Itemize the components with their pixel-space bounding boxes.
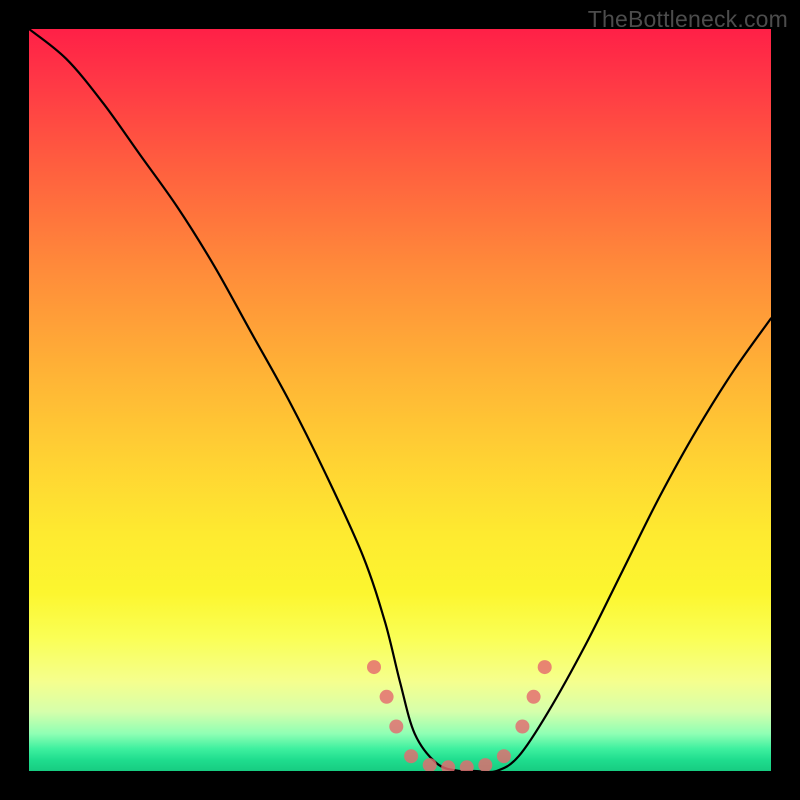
bottleneck-curve <box>29 29 771 771</box>
marker-group <box>367 660 552 771</box>
data-marker <box>497 749 511 763</box>
data-marker <box>389 720 403 734</box>
data-marker <box>515 720 529 734</box>
data-marker <box>441 760 455 771</box>
curve-path <box>29 29 771 771</box>
data-marker <box>367 660 381 674</box>
data-marker <box>538 660 552 674</box>
watermark-text: TheBottleneck.com <box>588 6 788 33</box>
data-marker <box>380 690 394 704</box>
data-marker <box>404 749 418 763</box>
data-marker <box>527 690 541 704</box>
data-marker <box>460 760 474 771</box>
data-marker <box>478 758 492 771</box>
chart-frame: TheBottleneck.com <box>0 0 800 800</box>
plot-area <box>29 29 771 771</box>
